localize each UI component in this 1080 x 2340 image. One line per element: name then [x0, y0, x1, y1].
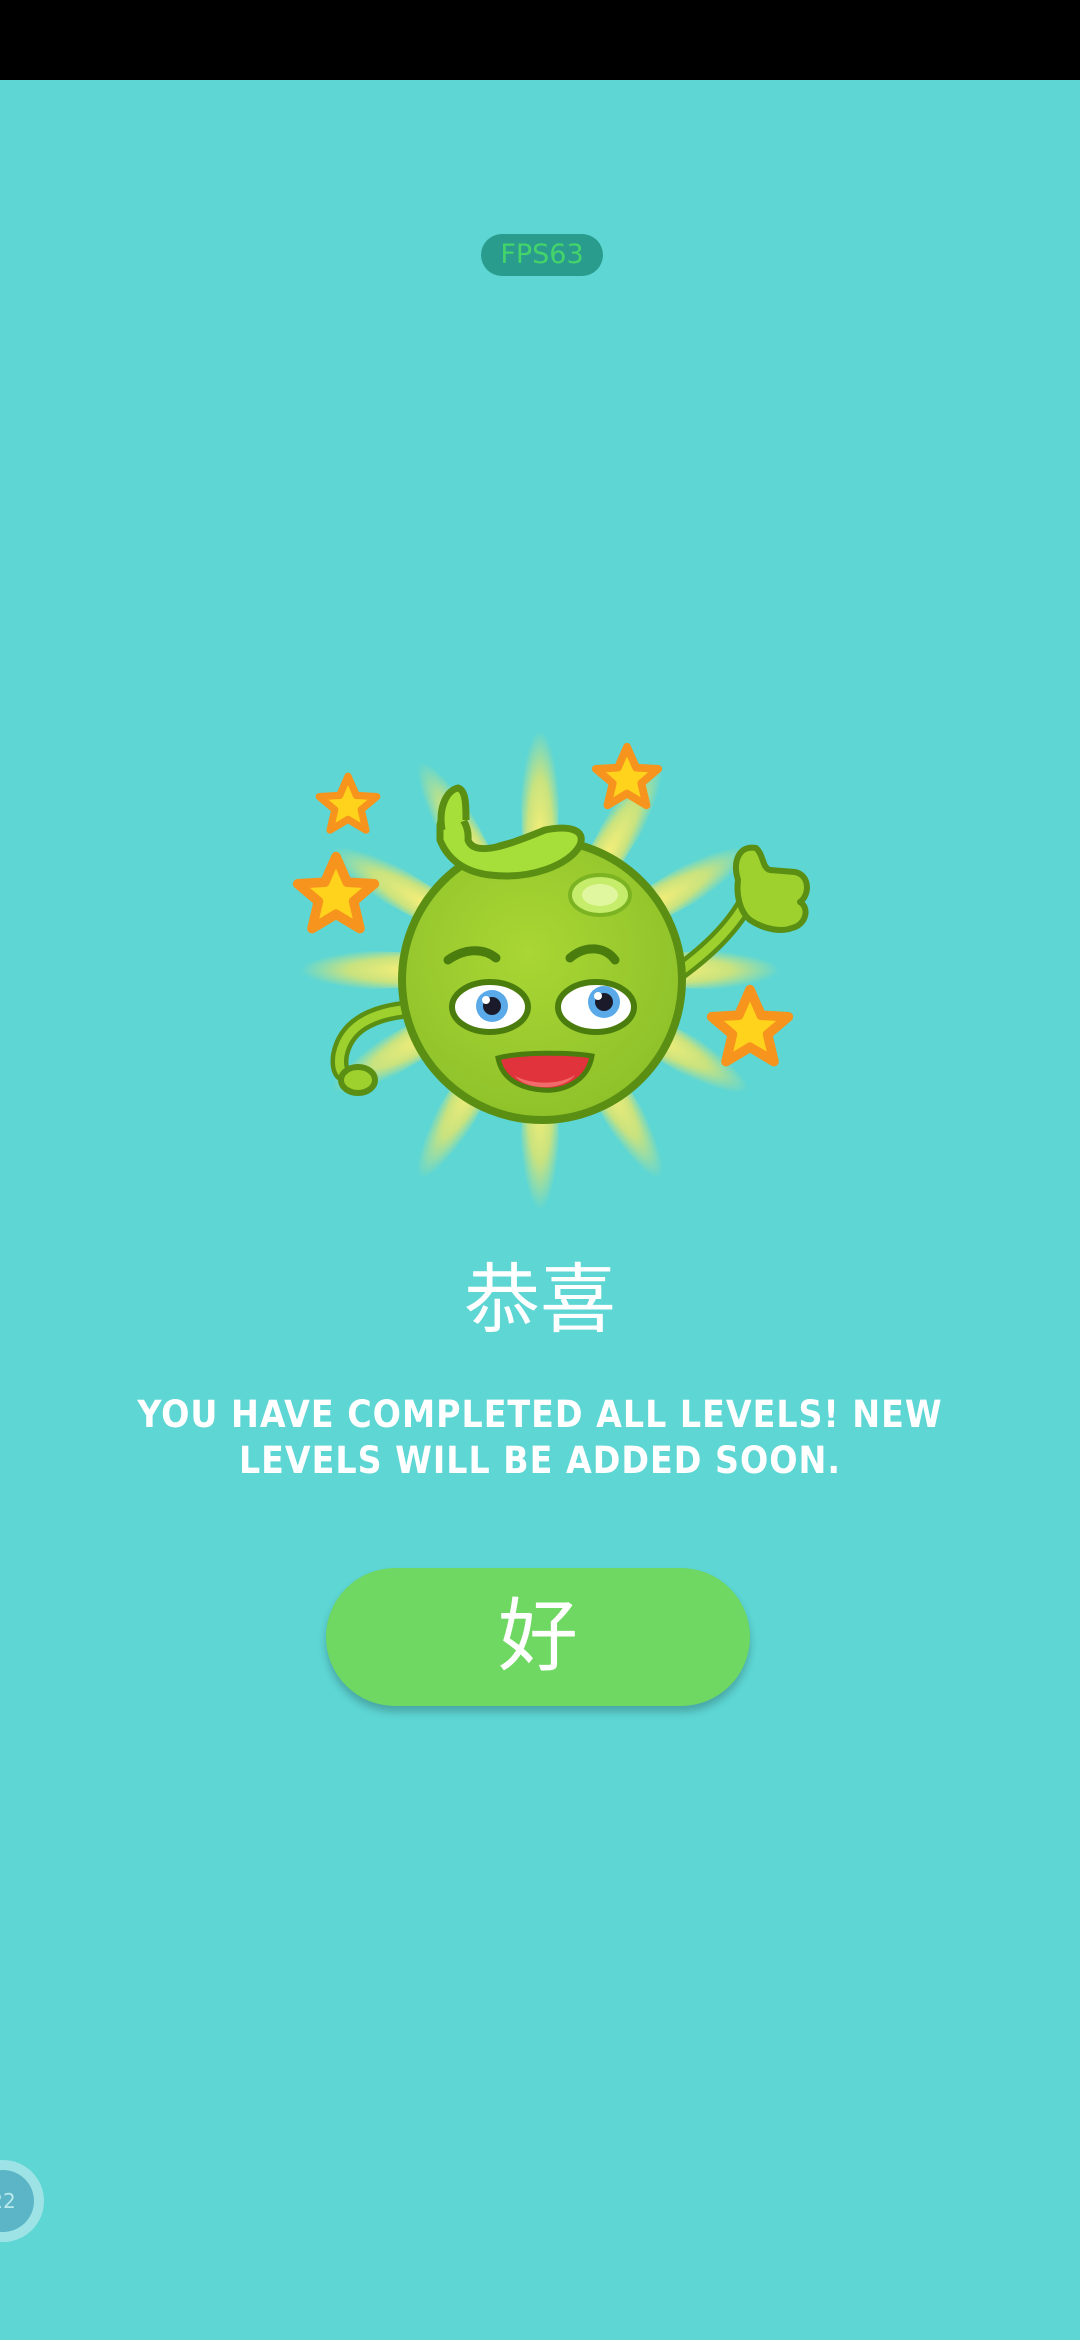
floating-ball-label: 22 — [0, 2170, 34, 2232]
happy-pea-mascot-icon — [292, 730, 810, 1210]
status-bar — [0, 0, 1080, 80]
floating-assistive-ball[interactable]: 22 — [0, 2160, 44, 2242]
dialog-title: 恭喜 — [464, 1255, 616, 1344]
fps-counter-badge: FPS63 — [481, 234, 603, 276]
completion-message: YOU HAVE COMPLETED ALL LEVELS! NEW LEVEL… — [137, 1393, 943, 1482]
ok-button[interactable]: 好 — [326, 1568, 750, 1706]
